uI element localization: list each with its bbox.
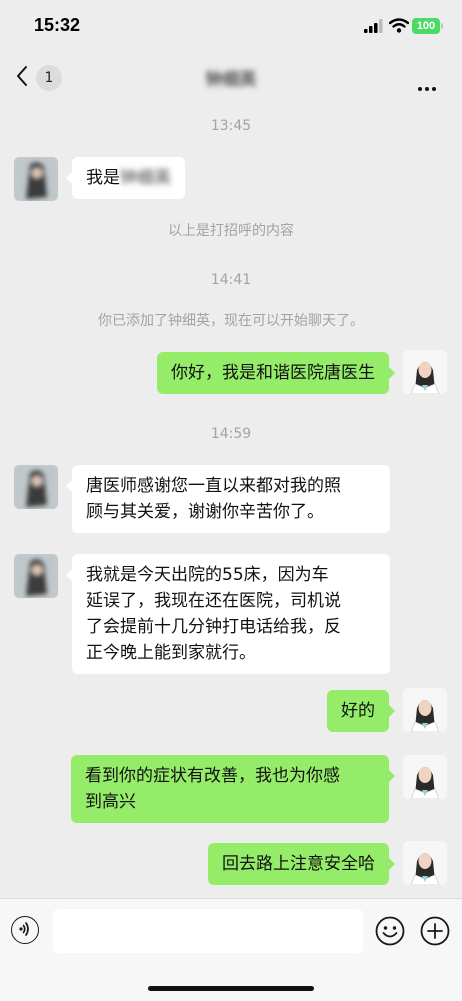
self-avatar[interactable] bbox=[403, 755, 447, 799]
home-indicator bbox=[148, 986, 314, 991]
system-notice: 你已添加了钟细英，现在可以开始聊天了。 bbox=[98, 313, 364, 329]
message-text-line: 唐医师感谢您一直以来都对我的照 bbox=[86, 476, 341, 496]
peer-avatar[interactable] bbox=[14, 465, 58, 509]
message-text-line: 正今晚上能到家就行。 bbox=[86, 643, 256, 663]
message-text: 回去路上注意安全哈 bbox=[222, 854, 375, 874]
timestamp: 13:45 bbox=[210, 118, 252, 134]
message-text-line: 了会提前十几分钟打电话给我，反 bbox=[86, 617, 341, 637]
status-bar: 15:32 100 bbox=[0, 0, 462, 54]
message-text: 好的 bbox=[341, 701, 375, 721]
voice-icon[interactable] bbox=[11, 916, 39, 944]
self-avatar[interactable] bbox=[403, 841, 447, 885]
self-message-bubble[interactable]: 回去路上注意安全哈 bbox=[208, 843, 395, 885]
chat-header: 1 钟细英 bbox=[0, 54, 462, 104]
status-time: 15:32 bbox=[34, 15, 81, 35]
plus-icon[interactable] bbox=[420, 916, 450, 946]
battery-indicator: 100 bbox=[412, 18, 440, 34]
self-message-bubble[interactable]: 看到你的症状有改善，我也为你感 到高兴 bbox=[71, 755, 395, 823]
self-avatar[interactable] bbox=[403, 688, 447, 732]
system-notice: 以上是打招呼的内容 bbox=[168, 223, 294, 239]
battery-tip bbox=[441, 23, 443, 29]
self-message-bubble[interactable]: 好的 bbox=[327, 690, 395, 732]
emoji-icon[interactable] bbox=[375, 916, 405, 946]
message-text: 你好，我是和谐医院唐医生 bbox=[171, 363, 375, 383]
wifi-icon bbox=[389, 18, 409, 33]
blurred-contact-name: 钟细英 bbox=[120, 168, 171, 188]
chat-title: 钟细英 bbox=[205, 70, 257, 90]
peer-avatar[interactable] bbox=[14, 554, 58, 598]
message-text-line: 我就是今天出院的55床，因为车 bbox=[86, 565, 329, 585]
chevron-left-icon[interactable] bbox=[14, 64, 30, 88]
message-text-line: 延误了，我现在还在医院，司机说 bbox=[86, 591, 341, 611]
message-text-line: 顾与其关爱，谢谢你辛苦你了。 bbox=[86, 502, 324, 522]
peer-message-bubble[interactable]: 我是钟细英 bbox=[66, 157, 185, 199]
message-text: 我是 bbox=[86, 168, 120, 188]
self-message-bubble[interactable]: 你好，我是和谐医院唐医生 bbox=[157, 352, 395, 394]
peer-avatar[interactable] bbox=[14, 157, 58, 201]
unread-count-badge[interactable]: 1 bbox=[36, 65, 62, 91]
timestamp: 14:41 bbox=[210, 272, 252, 288]
peer-message-bubble[interactable]: 唐医师感谢您一直以来都对我的照 顾与其关爱，谢谢你辛苦你了。 bbox=[66, 465, 390, 533]
message-input[interactable] bbox=[53, 909, 363, 953]
signal-icon bbox=[364, 19, 383, 33]
timestamp: 14:59 bbox=[210, 426, 252, 442]
more-dots-icon[interactable] bbox=[418, 76, 439, 95]
self-avatar[interactable] bbox=[403, 350, 447, 394]
message-text-line: 看到你的症状有改善，我也为你感 bbox=[85, 766, 340, 786]
message-text-line: 到高兴 bbox=[85, 792, 136, 812]
peer-message-bubble[interactable]: 我就是今天出院的55床，因为车 延误了，我现在还在医院，司机说 了会提前十几分钟… bbox=[66, 554, 390, 674]
